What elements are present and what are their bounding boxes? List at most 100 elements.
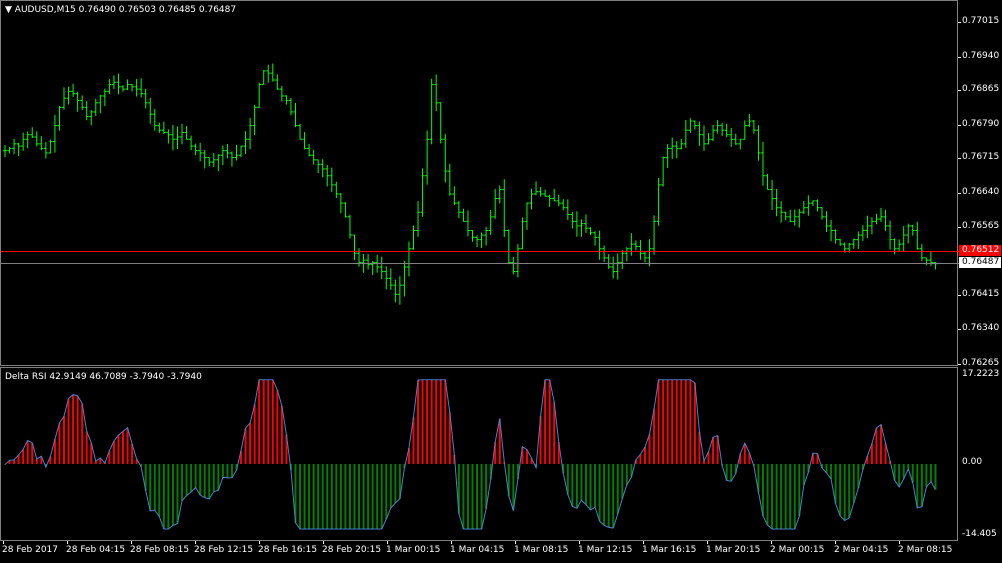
price-bar <box>202 149 207 169</box>
price-bar <box>656 177 661 226</box>
indicator-axis[interactable]: 17.2223 0.00 -14.405 <box>958 367 1002 541</box>
price-bar <box>874 213 879 225</box>
price-bar <box>107 79 112 95</box>
price-bar <box>819 207 824 220</box>
price-bar <box>720 122 725 137</box>
time-tick-label: 28 Feb 08:15 <box>130 545 190 555</box>
price-bar <box>461 208 466 222</box>
price-bar <box>248 118 253 150</box>
price-bar <box>343 202 348 218</box>
price-bar <box>157 122 162 133</box>
price-bar <box>384 266 389 290</box>
price-bar <box>220 145 225 166</box>
price-tickmark <box>958 125 961 126</box>
price-bar <box>161 121 166 134</box>
time-tickmark <box>387 541 388 544</box>
price-bar <box>184 126 189 140</box>
price-bar <box>665 144 670 169</box>
price-bar <box>75 91 80 112</box>
price-tick-label: 0.76640 <box>962 187 1000 197</box>
price-bar <box>198 142 203 162</box>
price-bar <box>779 201 784 223</box>
price-bar <box>302 132 307 150</box>
price-bar <box>420 168 425 217</box>
price-bar <box>416 201 421 237</box>
time-tick-label: 2 Mar 08:15 <box>898 545 953 555</box>
price-bar <box>547 194 552 207</box>
price-bar <box>39 136 44 151</box>
time-tick-label: 28 Feb 04:15 <box>66 545 126 555</box>
symbol-timeframe: AUDUSD,M15 <box>14 5 76 15</box>
price-tick-label: 0.76415 <box>962 289 1000 299</box>
price-bar <box>611 256 616 279</box>
price-chart-pane[interactable]: ▼ AUDUSD,M15 0.76490 0.76503 0.76485 0.7… <box>0 0 959 366</box>
price-bar <box>788 209 793 223</box>
price-bar <box>552 188 557 202</box>
price-bar <box>193 143 198 156</box>
price-bar <box>738 138 743 150</box>
price-axis[interactable]: 0.76512 0.76487 0.77015 0.76940 0.76865 0.7… <box>958 0 1002 368</box>
price-bar <box>125 79 130 91</box>
time-tick-label: 2 Mar 00:15 <box>770 545 825 555</box>
price-bar <box>724 123 729 138</box>
chart-menu-triangle-icon[interactable]: ▼ <box>5 5 12 15</box>
price-bar <box>919 244 924 262</box>
price-bar <box>729 128 734 147</box>
price-bar <box>298 123 303 140</box>
price-bar <box>288 97 293 116</box>
price-bar <box>642 251 647 263</box>
price-bar <box>456 200 461 219</box>
price-bar <box>98 95 103 114</box>
price-bar <box>915 221 920 250</box>
indicator-pane[interactable]: Delta RSI 42.9149 46.7089 -3.7940 -3.794… <box>0 367 958 541</box>
time-tick-label: 1 Mar 04:15 <box>450 545 505 555</box>
price-bar <box>175 126 180 150</box>
price-bar <box>543 189 548 197</box>
price-bar <box>520 217 525 250</box>
price-bar <box>229 151 234 167</box>
price-bar <box>275 74 280 90</box>
price-bar <box>465 210 470 237</box>
price-bar <box>307 143 312 157</box>
price-bar <box>511 256 516 275</box>
price-bar <box>624 247 629 262</box>
price-bar <box>388 268 393 290</box>
bid-price-label: 0.76487 <box>959 257 1001 268</box>
price-tick-label: 0.76715 <box>962 152 1000 162</box>
time-tickmark <box>515 541 516 544</box>
price-bar <box>139 78 144 98</box>
price-bar <box>239 145 244 158</box>
price-bar <box>829 219 834 242</box>
price-bar <box>216 154 221 172</box>
price-bar <box>7 147 12 154</box>
price-bar <box>84 101 89 121</box>
price-bar <box>266 64 271 83</box>
price-tickmark <box>958 57 961 58</box>
price-bar <box>815 199 820 212</box>
time-tick-label: 2 Mar 04:15 <box>834 545 889 555</box>
price-bar <box>347 214 352 239</box>
price-bar <box>3 145 7 158</box>
price-tick-label: 0.76790 <box>962 119 1000 129</box>
price-bar <box>102 88 107 107</box>
price-bar <box>797 208 802 228</box>
indicator-tick-label: -14.405 <box>962 529 997 539</box>
time-tick-label: 1 Mar 20:15 <box>706 545 761 555</box>
price-bar <box>538 187 543 197</box>
price-bar <box>674 140 679 159</box>
time-tickmark <box>259 541 260 544</box>
price-bar <box>838 238 843 246</box>
price-bar <box>878 207 883 222</box>
price-bar <box>706 133 711 145</box>
time-axis[interactable]: 28 Feb 2017 28 Feb 04:15 28 Feb 08:15 28 Fe… <box>0 541 958 563</box>
price-bar <box>810 200 815 206</box>
price-bar <box>447 163 452 196</box>
price-tick-label: 0.76565 <box>962 221 1000 231</box>
time-tickmark <box>643 541 644 544</box>
price-bar <box>52 114 57 153</box>
price-bar <box>475 235 480 248</box>
time-tick-label: 1 Mar 00:15 <box>386 545 441 555</box>
price-bar <box>502 179 507 237</box>
price-bar <box>756 125 761 161</box>
time-tick-label: 28 Feb 16:15 <box>258 545 318 555</box>
